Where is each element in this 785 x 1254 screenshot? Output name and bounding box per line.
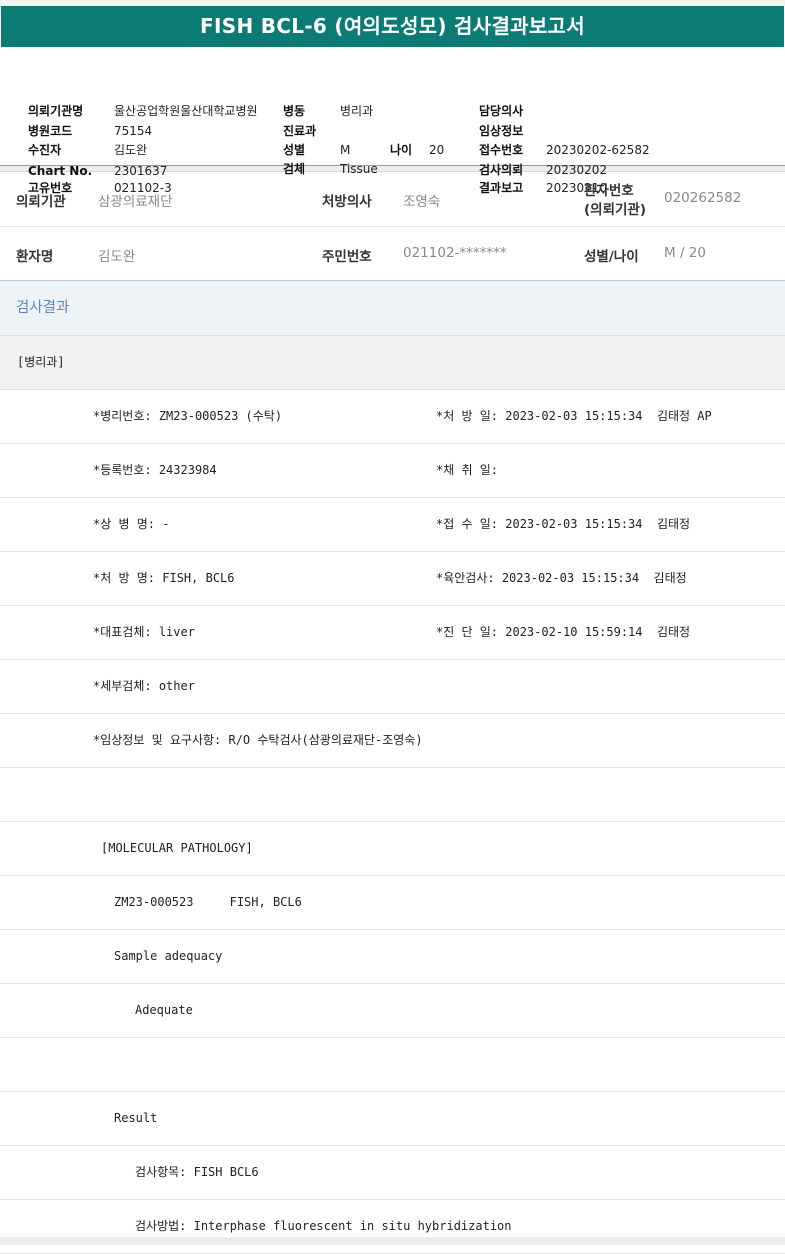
field-row: *대표검체: liver *진 단 일: 2023-02-10 15:59:14 … [0,606,785,660]
field-left: *병리번호: ZM23-000523 (수탁) [93,409,283,423]
field-row: *임상정보 및 요구사항: R/O 수탁검사(삼광의료재단-조영숙) [0,714,785,768]
sex-label: 성별 [283,143,306,157]
field-left: *등록번호: 24323984 [93,463,217,477]
doctor-label: 담당의사 [479,104,524,118]
report-line [0,1038,785,1092]
hospital-code-label: 병원코드 [28,124,73,138]
field-row: *병리번호: ZM23-000523 (수탁) *처 방 일: 2023-02-0… [0,390,785,444]
report-line: [MOLECULAR PATHOLOGY] [0,822,785,876]
field-left: *상 병 명: - [93,517,170,531]
age-label: 나이 [390,143,413,157]
ward-label: 병동 [283,104,306,118]
field-right: *처 방 일: 2023-02-03 15:15:34 김태정 AP [436,409,712,423]
age-value: 20 [429,143,445,157]
patient-name-label: 환자명 [16,249,54,265]
report-line-text: 검사항목: FISH BCL6 [135,1165,259,1179]
field-right: *접 수 일: 2023-02-03 15:15:34 김태정 [436,517,691,531]
report-line: 검사방법: Interphase fluorescent in situ hyb… [0,1200,785,1254]
report-line-text: Sample adequacy [114,949,223,963]
org-label: 의뢰기관 [16,194,66,210]
field-row: *처 방 명: FISH, BCL6 *육안검사: 2023-02-03 15:1… [0,552,785,606]
examinee-value: 김도완 [114,143,148,157]
resident-no-label: 주민번호 [322,249,372,265]
prescriber-label: 처방의사 [322,194,372,210]
report-line-text: [MOLECULAR PATHOLOGY] [101,841,253,855]
resident-no-value: 021102-******* [403,245,507,261]
hospital-code-value: 75154 [114,124,153,138]
sex-age-value: M / 20 [664,245,706,261]
field-row: *상 병 명: - *접 수 일: 2023-02-03 15:15:34 김태정 [0,498,785,552]
report-line: Sample adequacy [0,930,785,984]
results-section-title: 검사결과 [0,281,785,336]
report-line-text: Adequate [135,1003,193,1017]
report-title: FISH BCL-6 (여의도성모) 검사결과보고서 [1,6,784,47]
ward-value: 병리과 [340,104,374,118]
report-line-text: Result [114,1111,158,1125]
patient-no-label-sub: (의뢰기관) [584,202,647,218]
report-header: 의뢰기관명 울산공업학원울산대학교병원 병원코드 75154 수진자 김도완 C… [0,47,785,195]
clinical-info-label: 임상정보 [479,124,524,138]
patient-no-label: 환자번호 [584,183,634,199]
field-right: *채 취 일: [436,463,499,477]
info-row-patient: 환자명 김도완 주민번호 021102-******* 성별/나이 M / 20 [0,227,785,281]
pathology-fields: *병리번호: ZM23-000523 (수탁) *처 방 일: 2023-02-0… [0,390,785,768]
receipt-no-label: 접수번호 [479,143,524,157]
receipt-no-value: 20230202-62582 [546,143,650,157]
field-row: *등록번호: 24323984 *채 취 일: [0,444,785,498]
field-left: *처 방 명: FISH, BCL6 [93,571,235,585]
sex-age-label: 성별/나이 [584,249,639,265]
field-left: *세부검체: other [93,679,195,693]
examinee-label: 수진자 [28,143,62,157]
sex-value: M [340,143,351,157]
report-line: Result [0,1092,785,1146]
bottom-scroll-edge [0,1237,785,1245]
dept-label: 진료과 [283,124,317,138]
report-line: 검사항목: FISH BCL6 [0,1146,785,1200]
report-body: [MOLECULAR PATHOLOGY] ZM23-000523 FISH, B… [0,768,785,1254]
field-right: *진 단 일: 2023-02-10 15:59:14 김태정 [436,625,691,639]
dept-header: [병리과] [17,355,65,369]
field-left: *대표검체: liver [93,625,195,639]
patient-no-value: 020262582 [664,190,742,206]
info-row-institution: 의뢰기관 삼광의료재단 처방의사 조영숙 환자번호 (의뢰기관) 0202625… [0,172,785,227]
report-line-text: 검사방법: Interphase fluorescent in situ hyb… [135,1219,512,1233]
report-line: ZM23-000523 FISH, BCL6 [0,876,785,930]
field-row: *세부검체: other [0,660,785,714]
institution-label: 의뢰기관명 [28,104,84,118]
field-right: *육안검사: 2023-02-03 15:15:34 김태정 [436,571,687,585]
report-line [0,768,785,822]
prescriber-value: 조영숙 [403,194,441,210]
patient-name-value: 김도완 [98,249,136,265]
field-left: *임상정보 및 요구사항: R/O 수탁검사(삼광의료재단-조영숙) [93,733,423,747]
dept-header-row: [병리과] [0,336,785,390]
report-line: Adequate [0,984,785,1038]
report-line-text: ZM23-000523 FISH, BCL6 [114,895,302,909]
institution-value: 울산공업학원울산대학교병원 [114,104,258,118]
org-value: 삼광의료재단 [98,194,173,210]
